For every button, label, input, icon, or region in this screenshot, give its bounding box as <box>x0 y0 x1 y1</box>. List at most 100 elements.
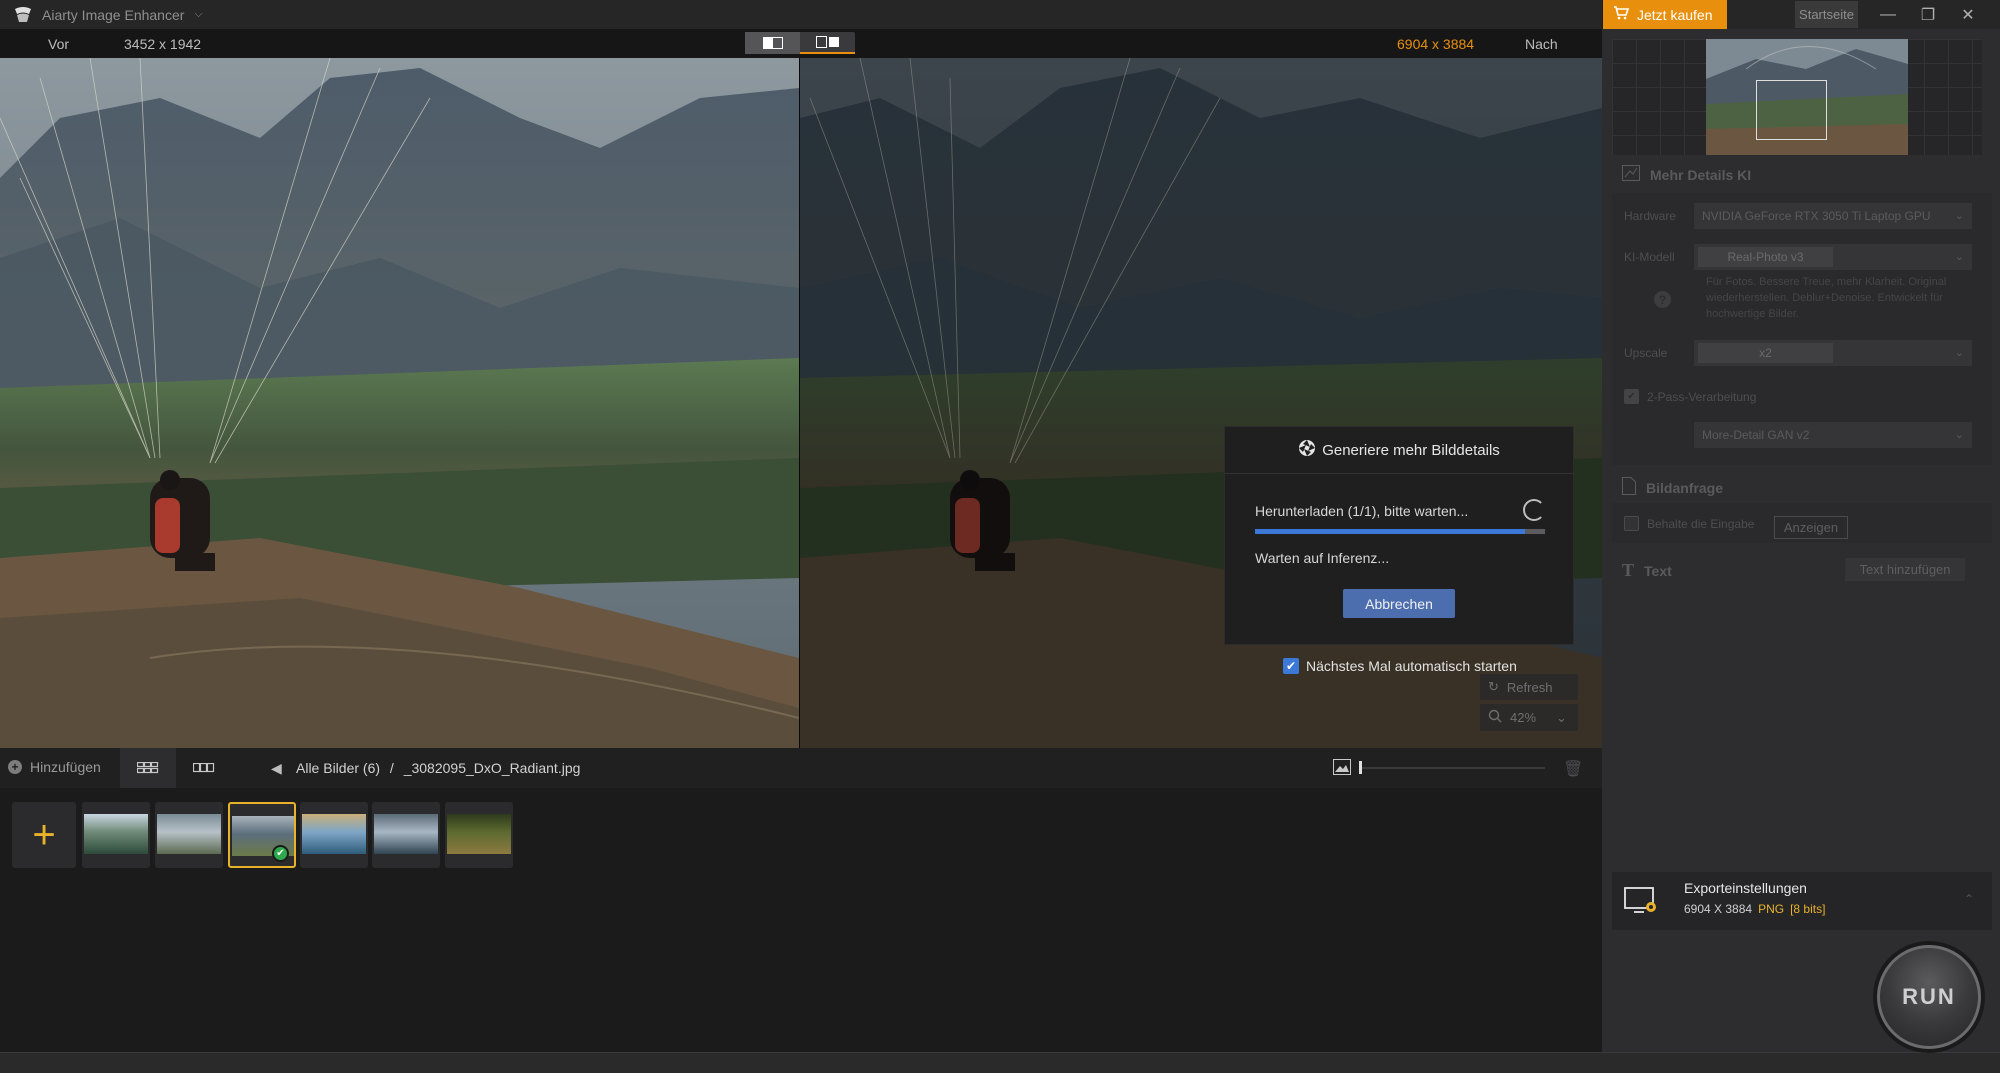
model-select[interactable]: Real-Photo v3 ⌄ <box>1694 244 1972 270</box>
aperture-icon <box>1298 439 1316 461</box>
app-logo-icon <box>12 6 34 24</box>
download-status: Herunterladen (1/1), bitte warten... <box>1255 503 1469 519</box>
refresh-button[interactable]: ↻ Refresh <box>1480 674 1578 700</box>
refresh-label: Refresh <box>1506 679 1553 695</box>
section-text-header[interactable]: T Text <box>1622 560 1672 581</box>
cancel-button[interactable]: Abbrechen <box>1343 589 1455 618</box>
autostart-label: Nächstes Mal automatisch starten <box>1306 658 1517 674</box>
twopass-select[interactable]: More-Detail GAN v2 ⌄ <box>1694 422 1972 448</box>
window-controls: Startseite — ❐ ✕ <box>1727 0 2000 29</box>
twopass-label: 2-Pass-Verarbeitung <box>1647 389 1757 404</box>
add-image-tile[interactable]: + <box>12 802 76 868</box>
upscale-label: Upscale <box>1624 346 1668 360</box>
after-label: Nach <box>1525 36 1558 52</box>
export-monitor-icon <box>1624 886 1658 921</box>
settings-panel: Mehr Details KI Hardware NVIDIA GeForce … <box>1602 29 2000 1052</box>
split-view-icon <box>815 36 839 48</box>
thumbnail[interactable] <box>300 802 368 868</box>
document-icon <box>1622 477 1636 498</box>
back-arrow-icon[interactable]: ◀ <box>271 760 282 777</box>
section-prompt-header[interactable]: Bildanfrage <box>1622 477 1723 498</box>
thumbnail[interactable] <box>82 802 150 868</box>
export-title: Exporteinstellungen <box>1684 880 1807 896</box>
show-button[interactable]: Anzeigen <box>1774 516 1848 539</box>
upscale-select[interactable]: x2 ⌄ <box>1694 340 1972 366</box>
thumbnail[interactable] <box>445 802 513 868</box>
restore-icon[interactable]: ❐ <box>1908 0 1948 29</box>
hardware-select[interactable]: NVIDIA GeForce RTX 3050 Ti Laptop GPU ⌄ <box>1694 203 1972 229</box>
thumbnail-image <box>447 814 511 854</box>
split-view-button[interactable] <box>800 32 855 54</box>
model-label: KI-Modell <box>1624 250 1675 264</box>
gallery-toolbar: + Hinzufügen ◀ Alle Bilder (6) / _308209… <box>0 748 1602 788</box>
thumbnail[interactable]: ✔ <box>228 802 296 868</box>
model-value: Real-Photo v3 <box>1698 247 1833 267</box>
model-hint: Für Fotos. Bessere Treue, mehr Klarheit.… <box>1706 276 1947 320</box>
thumbnail-image <box>374 814 438 854</box>
before-label: Vor <box>48 36 70 52</box>
keep-input-checkbox[interactable]: Behalte die Eingabe <box>1624 516 1754 531</box>
add-text-button[interactable]: Text hinzufügen <box>1845 558 1965 581</box>
text-icon: T <box>1622 560 1635 580</box>
buy-label: Jetzt kaufen <box>1637 6 1713 23</box>
chevron-up-icon[interactable]: ⌃ <box>1964 892 1974 906</box>
checkbox-checked-icon[interactable]: ✔ <box>1283 658 1299 674</box>
trash-icon[interactable]: 🗑 <box>1563 759 1583 779</box>
run-button[interactable]: RUN <box>1877 945 1981 1049</box>
strip-view-button[interactable] <box>176 748 232 788</box>
export-settings[interactable]: Exporteinstellungen 6904 X 3884 PNG [8 b… <box>1612 872 1992 930</box>
plus-circle-icon: + <box>8 760 22 774</box>
twopass-checkbox[interactable]: ✔ 2-Pass-Verarbeitung <box>1624 389 1756 404</box>
before-image <box>0 58 799 748</box>
compare-bar: Vor 3452 x 1942 6904 x 3884 Nach <box>0 29 1602 58</box>
thumbnail-image <box>84 814 148 854</box>
grid-view-icon <box>137 762 159 774</box>
hardware-value: NVIDIA GeForce RTX 3050 Ti Laptop GPU <box>1702 209 1931 223</box>
breadcrumb-separator: / <box>389 760 394 776</box>
chevron-down-icon: ⌄ <box>1954 251 1964 263</box>
loading-spinner-icon <box>1523 499 1545 521</box>
refresh-icon: ↻ <box>1488 679 1499 694</box>
strip-view-icon <box>193 763 215 773</box>
viewport-rect[interactable] <box>1756 80 1827 140</box>
twopass-value: More-Detail GAN v2 <box>1702 428 1810 442</box>
navigator-preview[interactable] <box>1612 39 1982 155</box>
breadcrumb-all[interactable]: Alle Bilder (6) <box>296 760 380 776</box>
image-size-icon <box>1333 759 1351 778</box>
hardware-label: Hardware <box>1624 209 1677 223</box>
dialog-header: Generiere mehr Bilddetails <box>1225 427 1573 474</box>
close-icon[interactable]: ✕ <box>1948 0 1988 29</box>
grid-view-button[interactable] <box>120 748 176 788</box>
plus-icon: + <box>32 812 56 857</box>
app-window: Aiarty Image Enhancer ⌵ Jetzt kaufen Sta… <box>0 0 2000 1073</box>
thumbnail-image <box>302 814 366 854</box>
download-progress-fill <box>1255 529 1525 534</box>
slider-handle[interactable] <box>1359 761 1362 774</box>
thumbnail-image <box>157 814 221 854</box>
zoom-select[interactable]: 42% ⌄ <box>1480 704 1578 731</box>
section-text-title: Text <box>1644 562 1672 579</box>
cart-icon <box>1613 6 1630 23</box>
inference-status: Warten auf Inferenz... <box>1255 550 1390 566</box>
download-progress-bar <box>1255 529 1545 534</box>
thumbnail[interactable] <box>372 802 440 868</box>
chevron-down-icon: ⌄ <box>1954 347 1964 359</box>
section-prompt-title: Bildanfrage <box>1646 479 1724 496</box>
thumbnail-strip: + ✔ <box>0 788 1602 1052</box>
single-view-button[interactable] <box>745 32 800 54</box>
buy-button[interactable]: Jetzt kaufen <box>1603 0 1727 29</box>
checkbox-checked-icon[interactable]: ✔ <box>1624 389 1639 404</box>
autostart-checkbox[interactable]: ✔ Nächstes Mal automatisch starten <box>1283 658 1517 674</box>
chevron-down-icon[interactable]: ⌵ <box>194 8 202 21</box>
title-bar: Aiarty Image Enhancer ⌵ <box>0 0 1602 29</box>
help-icon[interactable]: ? <box>1654 291 1671 308</box>
dialog-title: Generiere mehr Bilddetails <box>1322 441 1500 459</box>
breadcrumb-file: _3082095_DxO_Radiant.jpg <box>403 760 581 776</box>
checkbox-unchecked-icon[interactable] <box>1624 516 1639 531</box>
add-images-button[interactable]: + Hinzufügen <box>8 759 101 775</box>
thumbnail-size-slider[interactable] <box>1360 767 1545 769</box>
section-ai-header[interactable]: Mehr Details KI <box>1622 165 1751 184</box>
home-button[interactable]: Startseite <box>1795 1 1858 28</box>
minimize-icon[interactable]: — <box>1868 0 1908 29</box>
thumbnail[interactable] <box>155 802 223 868</box>
